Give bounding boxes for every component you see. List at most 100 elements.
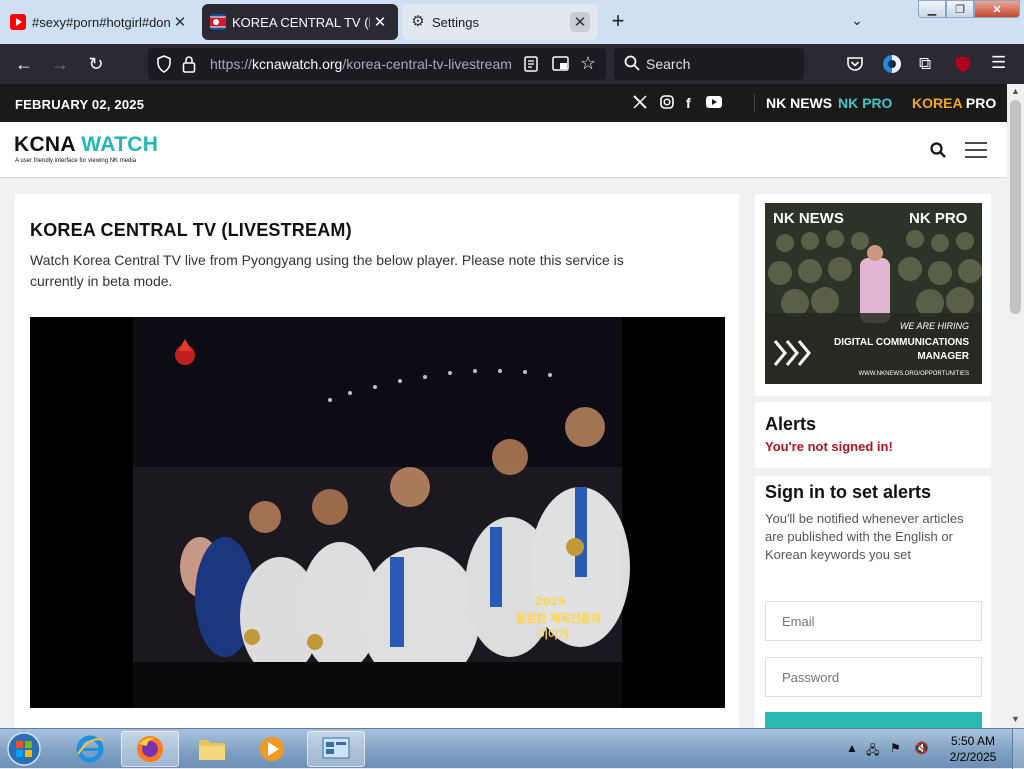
url-text[interactable]: https://kcnawatch.org/korea-central-tv-l… xyxy=(210,56,516,72)
article-card: KOREA CENTRAL TV (LIVESTREAM) Watch Kore… xyxy=(15,194,739,728)
signin-title: Sign in to set alerts xyxy=(765,482,932,502)
browser-nav-bar: ← → ↻ https://kcnawatch.org/korea-centra… xyxy=(0,44,1024,104)
search-placeholder: Search xyxy=(646,56,691,72)
windows-taskbar: ▲ 🖧 ⚑ 🔇 5:50 AM 2/2/2025 xyxy=(0,728,1024,769)
browser-tab-strip: #sexy#porn#hotgirl#dont ✕ KOREA CENTRAL … xyxy=(0,0,1024,44)
hamburger-menu-icon[interactable]: ☰ xyxy=(991,53,1006,73)
tab-title: KOREA CENTRAL TV (LIVES xyxy=(232,14,370,30)
video-caption-3: 이야기 xyxy=(538,627,568,641)
taskbar-file-explorer[interactable] xyxy=(183,731,241,767)
window-minimize-button[interactable]: ▁ xyxy=(918,0,946,18)
korea-pro-label-a: KOREA xyxy=(912,95,963,111)
korea-pro-link[interactable]: KOREA PRO xyxy=(912,95,996,111)
ad-image: NK NEWS NK PRO WE ARE HIRING DIGITAL COM… xyxy=(765,203,982,384)
show-hidden-icons-chevron[interactable]: ▲ xyxy=(846,741,858,755)
youtube-icon[interactable] xyxy=(706,95,722,111)
ad-brand-right: NK PRO xyxy=(909,210,968,227)
url-prefix: https:// xyxy=(210,56,253,72)
signin-card: Sign in to set alerts You'll be notified… xyxy=(755,476,991,728)
action-center-flag-icon[interactable]: ⚑ xyxy=(890,741,901,755)
tab-youtube[interactable]: #sexy#porn#hotgirl#dont ✕ xyxy=(2,4,198,40)
video-caption-2: 올림한 체육인들의 xyxy=(516,611,601,625)
nk-news-link[interactable]: NK NEWS xyxy=(766,95,832,111)
taskbar-firefox[interactable] xyxy=(121,731,179,767)
ublock-origin-icon[interactable] xyxy=(954,55,972,78)
signin-button[interactable] xyxy=(765,712,982,728)
folder-icon xyxy=(199,740,225,760)
logo-part-a: KCNA xyxy=(14,133,76,156)
scroll-down-arrow-icon[interactable]: ▼ xyxy=(1011,714,1020,724)
alerts-title: Alerts xyxy=(765,414,817,434)
youtube-icon xyxy=(10,14,26,30)
korea-pro-label-b: PRO xyxy=(962,95,997,111)
url-bar[interactable]: https://kcnawatch.org/korea-central-tv-l… xyxy=(148,48,606,80)
web-page: FEBRUARY 02, 2025 f NK NEWS NK PRO KOREA… xyxy=(0,84,1007,728)
tab-settings[interactable]: ⚙ Settings ✕ xyxy=(402,4,598,40)
tab-title: Settings xyxy=(432,14,479,30)
media-player-icon xyxy=(260,737,284,761)
video-player[interactable]: 2025 올림한 체육인들의 이야기 xyxy=(30,317,725,708)
menu-hamburger-icon[interactable] xyxy=(965,141,987,164)
taskbar-clock[interactable]: 5:50 AM 2/2/2025 xyxy=(940,733,1006,765)
video-caption-1: 2025 xyxy=(535,595,566,608)
taskbar-internet-explorer[interactable] xyxy=(61,731,119,767)
network-icon[interactable]: 🖧 xyxy=(866,741,879,762)
north-korea-flag-icon xyxy=(210,14,226,30)
site-logo[interactable]: KCNA WATCH xyxy=(14,133,158,157)
article-lede: Watch Korea Central TV live from Pyongya… xyxy=(30,252,624,289)
email-field[interactable] xyxy=(765,601,982,641)
facebook-icon[interactable]: f xyxy=(686,95,691,111)
tab-korea-central-tv[interactable]: KOREA CENTRAL TV (LIVES ✕ xyxy=(202,4,398,40)
start-button[interactable] xyxy=(4,731,44,767)
close-tab-icon[interactable]: ✕ xyxy=(370,12,390,32)
internet-explorer-icon xyxy=(76,735,104,763)
pocket-icon[interactable] xyxy=(846,55,864,78)
taskbar-media-player[interactable] xyxy=(243,731,301,767)
password-field[interactable] xyxy=(765,657,982,697)
signed-out-status: You're not signed in! xyxy=(765,439,893,454)
reload-icon[interactable]: ↻ xyxy=(84,52,108,76)
hiring-ad-banner[interactable]: NK NEWS NK PRO WE ARE HIRING DIGITAL COM… xyxy=(765,203,982,384)
reader-view-icon[interactable] xyxy=(524,56,538,77)
forward-arrow-icon[interactable]: → xyxy=(48,52,72,76)
page-title: KOREA CENTRAL TV (LIVESTREAM) xyxy=(30,220,352,240)
new-tab-button[interactable]: + xyxy=(606,10,630,34)
close-tab-icon[interactable]: ✕ xyxy=(570,12,590,32)
list-all-tabs-chevron-icon[interactable]: ⌄ xyxy=(846,12,868,32)
taskbar-control-panel[interactable] xyxy=(307,731,365,767)
window-restore-button[interactable]: ❐ xyxy=(946,0,974,18)
back-arrow-icon[interactable]: ← xyxy=(12,52,36,76)
bookmark-star-icon[interactable]: ☆ xyxy=(580,53,596,74)
search-icon[interactable] xyxy=(930,142,946,163)
page-scrollbar[interactable]: ▲ ▼ xyxy=(1007,84,1024,728)
url-path: /korea-central-tv-livestream xyxy=(342,56,512,72)
volume-muted-icon[interactable]: 🔇 xyxy=(914,741,929,755)
x-twitter-icon[interactable] xyxy=(633,95,647,112)
search-bar[interactable]: Search xyxy=(614,48,804,80)
vpn-extension-icon[interactable] xyxy=(882,54,902,79)
site-header: KCNA WATCH A user friendly interface for… xyxy=(0,122,1007,178)
signin-description: You'll be notified whenever articles are… xyxy=(765,511,964,562)
top-strip: FEBRUARY 02, 2025 f NK NEWS NK PRO KOREA… xyxy=(0,84,1007,122)
window-close-button[interactable]: ✕ xyxy=(974,0,1020,18)
clock-time: 5:50 AM xyxy=(950,734,996,748)
extensions-puzzle-icon[interactable]: ⧉ xyxy=(919,54,931,74)
scroll-up-arrow-icon[interactable]: ▲ xyxy=(1011,86,1020,96)
instagram-icon[interactable] xyxy=(660,95,674,112)
ad-hiring: WE ARE HIRING xyxy=(900,321,969,331)
shield-icon[interactable] xyxy=(156,55,172,78)
nk-pro-link[interactable]: NK PRO xyxy=(838,95,892,111)
logo-part-b: WATCH xyxy=(81,133,159,156)
lock-icon[interactable] xyxy=(182,55,196,78)
site-tagline: A user friendly interface for viewing NK… xyxy=(15,158,137,164)
ad-brand-left: NK NEWS xyxy=(773,210,844,227)
scrollbar-thumb[interactable] xyxy=(1010,100,1021,314)
picture-in-picture-icon[interactable] xyxy=(552,56,570,77)
tab-title: #sexy#porn#hotgirl#dont xyxy=(32,14,170,30)
alerts-card: Alerts You're not signed in! xyxy=(755,402,991,468)
show-desktop-button[interactable] xyxy=(1012,729,1024,769)
page-date: FEBRUARY 02, 2025 xyxy=(15,97,145,112)
ad-role-line1: DIGITAL COMMUNICATIONS xyxy=(834,337,969,348)
gear-icon: ⚙ xyxy=(411,13,425,30)
close-tab-icon[interactable]: ✕ xyxy=(170,12,190,32)
